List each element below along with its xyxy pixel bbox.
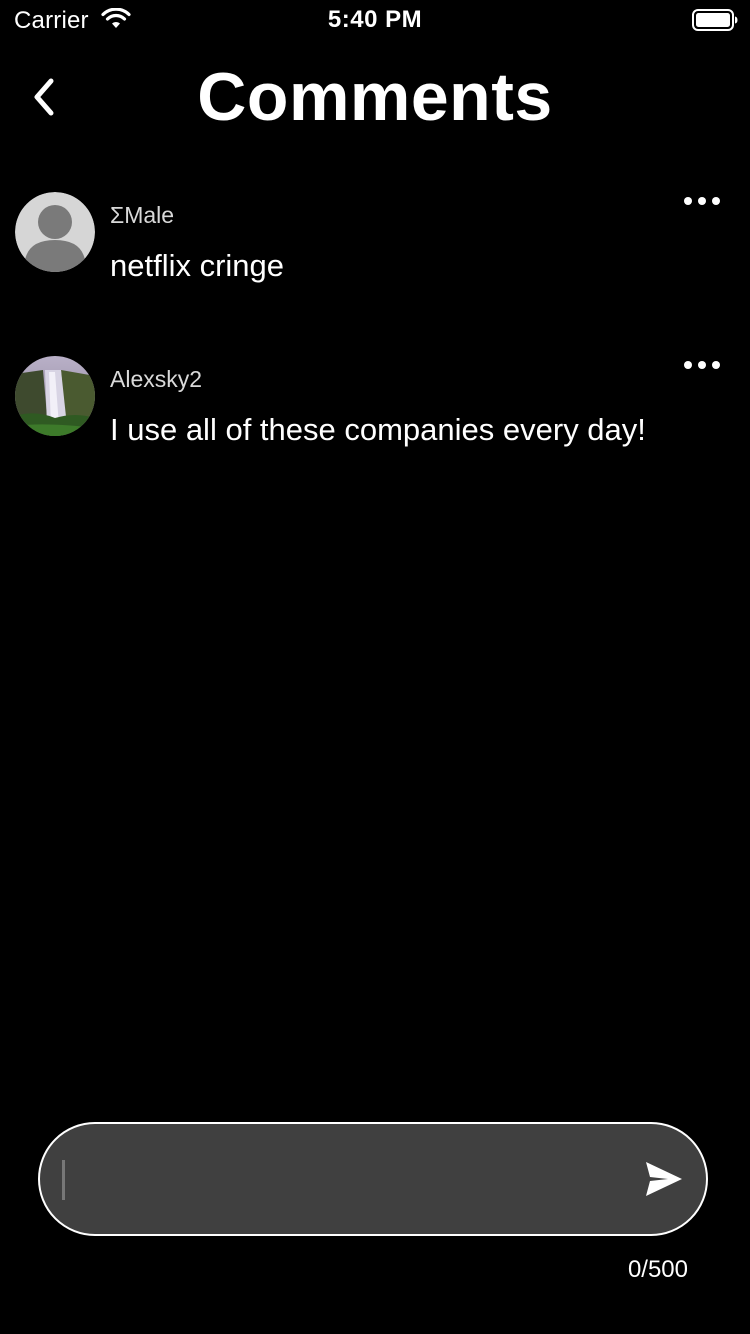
header: Comments bbox=[0, 44, 750, 152]
battery-icon bbox=[692, 9, 738, 31]
waterfall-photo-avatar-icon bbox=[15, 356, 95, 436]
ellipsis-icon bbox=[684, 197, 692, 205]
avatar[interactable] bbox=[15, 356, 95, 436]
ellipsis-icon bbox=[684, 361, 692, 369]
comment-item: Alexsky2 I use all of these companies ev… bbox=[0, 344, 750, 464]
comment-username[interactable]: ΣMale bbox=[110, 202, 174, 229]
send-icon[interactable] bbox=[644, 1160, 684, 1198]
comment-text: netflix cringe bbox=[110, 248, 285, 283]
page-title: Comments bbox=[197, 59, 553, 135]
more-options-button[interactable] bbox=[684, 358, 720, 372]
status-time: 5:40 PM bbox=[327, 6, 423, 33]
status-bar: Carrier 5:40 PM bbox=[0, 0, 750, 40]
comment-item: ΣMale netflix cringe bbox=[0, 180, 750, 300]
comment-username[interactable]: Alexsky2 bbox=[110, 366, 202, 393]
more-options-button[interactable] bbox=[684, 194, 720, 208]
character-counter: 0/500 bbox=[627, 1256, 688, 1283]
comment-composer bbox=[38, 1122, 708, 1236]
default-person-avatar-icon bbox=[15, 192, 95, 272]
comment-input[interactable] bbox=[64, 1124, 628, 1236]
comment-text: I use all of these companies every day! bbox=[110, 412, 646, 447]
avatar[interactable] bbox=[15, 192, 95, 272]
